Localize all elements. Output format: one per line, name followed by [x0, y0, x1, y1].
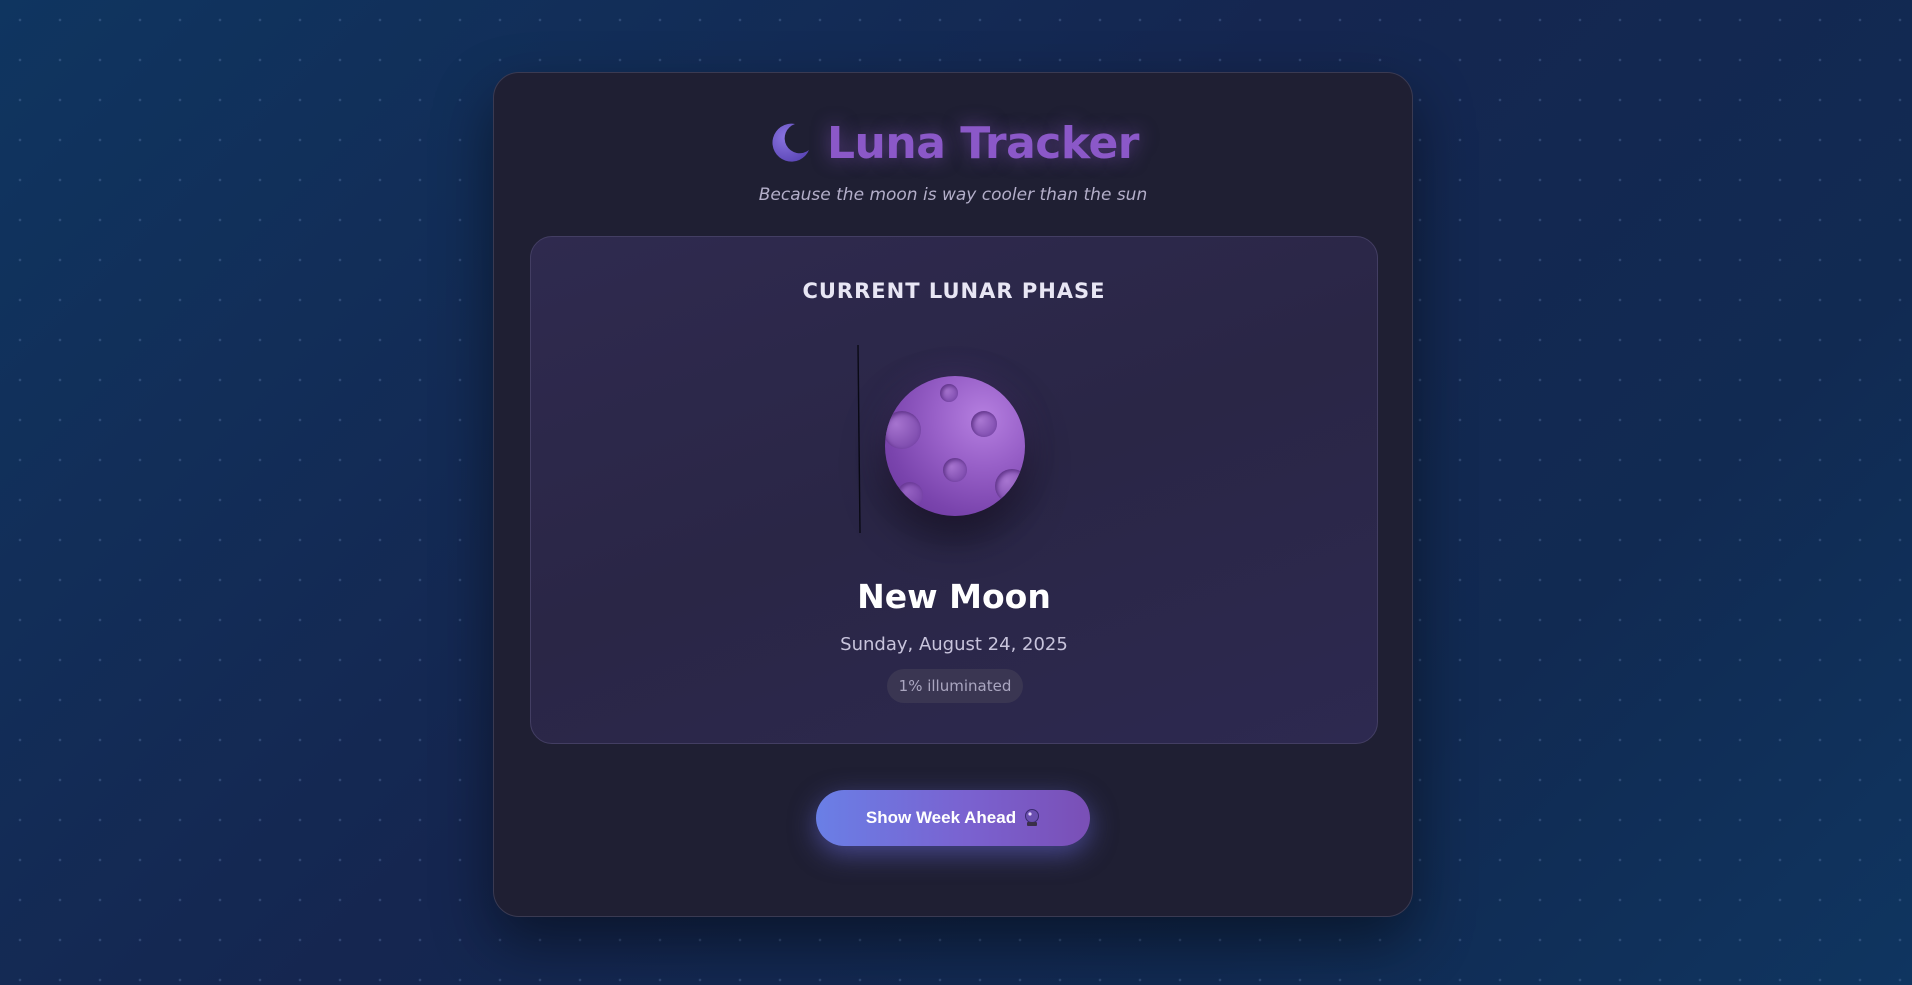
show-week-ahead-button[interactable]: Show Week Ahead	[816, 790, 1090, 846]
app-subtitle: Because the moon is way cooler than the …	[758, 185, 1148, 205]
moon-crater	[897, 482, 923, 508]
moon-crater	[940, 384, 958, 402]
moon-crater	[971, 411, 997, 437]
phase-date: Sunday, August 24, 2025	[840, 634, 1068, 655]
app-header: Luna Tracker Because the moon is way coo…	[494, 113, 1412, 206]
crystal-ball-icon	[1024, 809, 1040, 827]
crescent-moon-icon	[767, 120, 813, 166]
moon-visual	[885, 376, 1025, 516]
phase-name: New Moon	[857, 577, 1051, 616]
tracker-card: Luna Tracker Because the moon is way coo…	[493, 72, 1413, 917]
week-button-label: Show Week Ahead	[865, 808, 1017, 827]
phase-heading: CURRENT LUNAR PHASE	[802, 279, 1106, 303]
moon-crater	[943, 458, 967, 482]
illumination-badge: 1% illuminated	[887, 669, 1023, 703]
app-title: Luna Tracker	[827, 117, 1139, 169]
phase-terminator-line	[857, 345, 861, 533]
title-row: Luna Tracker	[494, 113, 1412, 173]
moon-crater	[885, 411, 921, 449]
moon-crater	[995, 469, 1025, 503]
current-phase-panel: CURRENT LUNAR PHASE New Moon Sunday, Aug…	[530, 236, 1378, 744]
